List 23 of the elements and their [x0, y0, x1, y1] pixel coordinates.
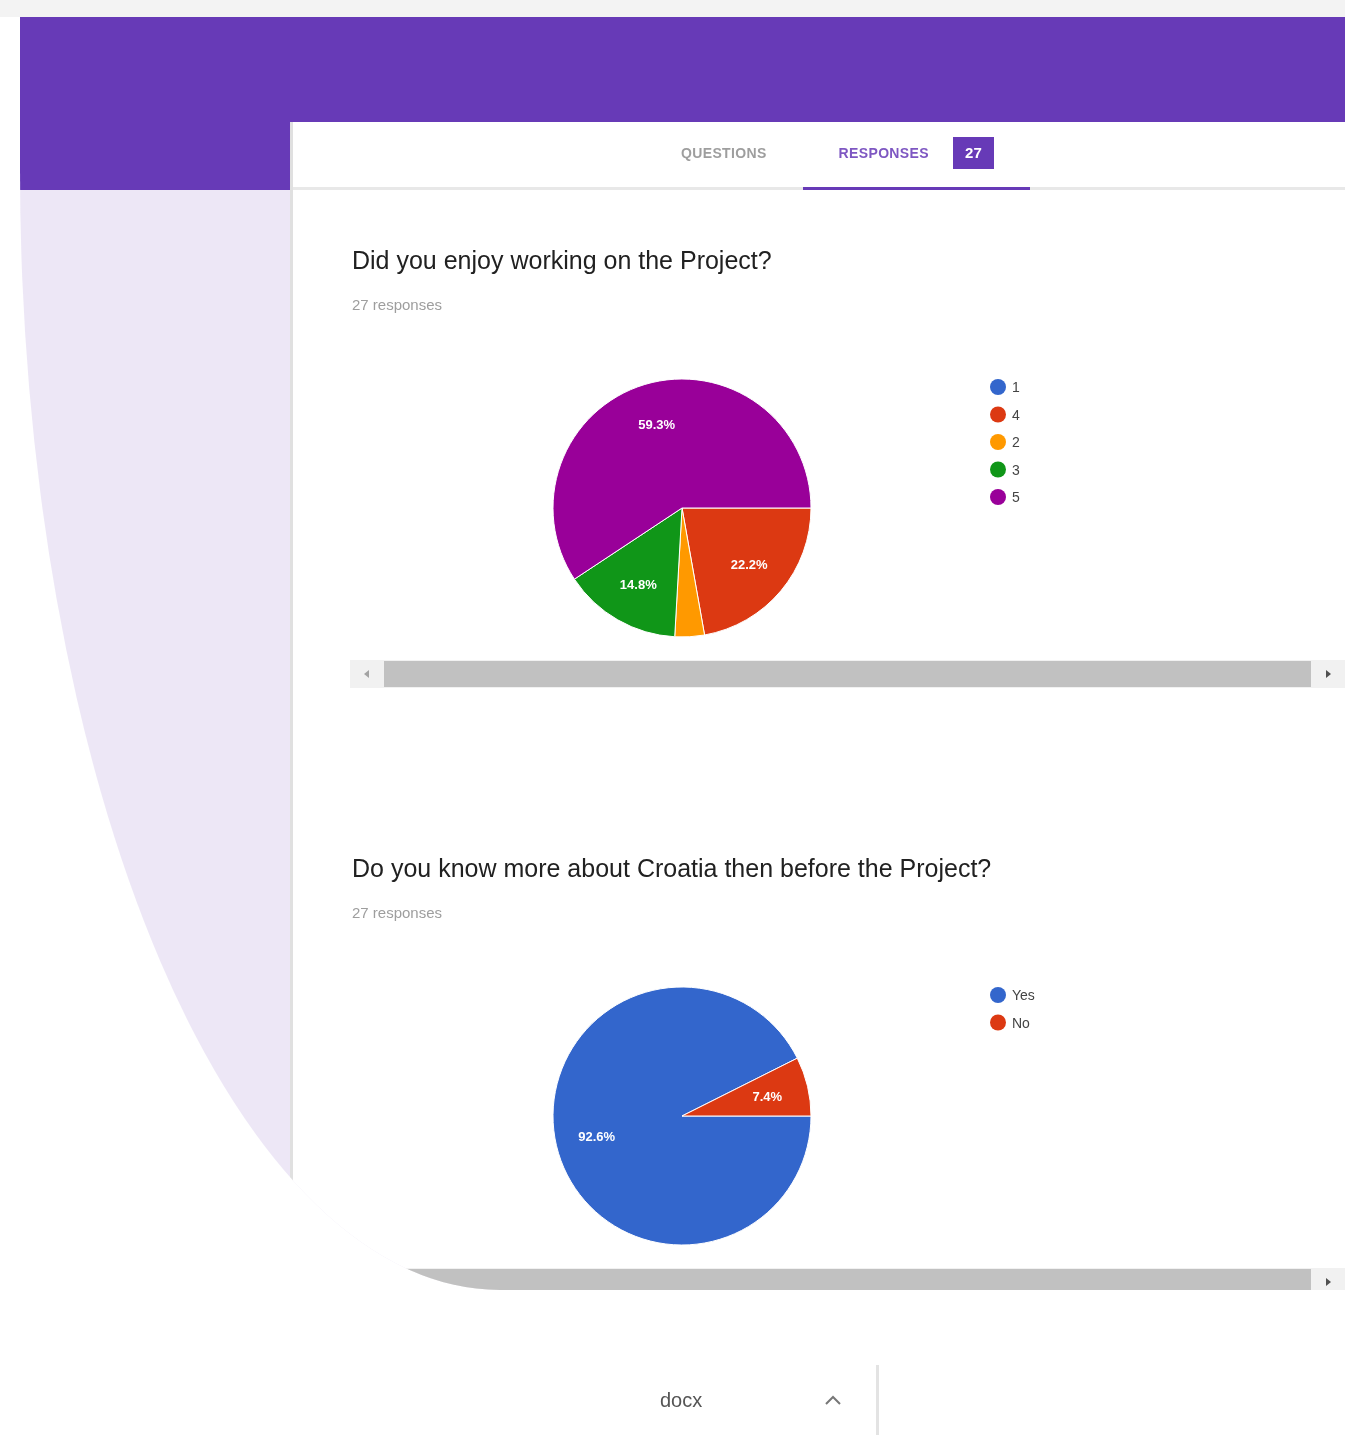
- legend-label: Yes: [1012, 987, 1035, 1003]
- slice-label: 22.2%: [730, 557, 768, 573]
- slice-label: 14.8%: [619, 577, 657, 593]
- slice-label: 92.6%: [578, 1129, 616, 1145]
- tab[interactable]: RESPONSES 27: [802, 119, 1031, 190]
- download-filename: docx: [660, 1388, 703, 1413]
- legend-label: 3: [1012, 461, 1020, 478]
- scroll-left-icon[interactable]: [362, 669, 372, 679]
- slice-label: 59.3%: [638, 417, 676, 432]
- response-count: 27 responses: [352, 902, 444, 923]
- question-title: Did you enjoy working on the Project?: [352, 245, 773, 276]
- legend-label: 5: [1012, 489, 1020, 505]
- question-title: Do you know more about Croatia then before the Project?: [352, 853, 993, 884]
- scroll-right-icon[interactable]: [1323, 1277, 1333, 1287]
- legend-label: 1: [1012, 379, 1020, 395]
- response-count: 27 responses: [352, 294, 444, 315]
- response-count-badge: 27: [952, 136, 995, 170]
- caret-up-icon[interactable]: [824, 1394, 843, 1406]
- legend-label: No: [1012, 1014, 1030, 1031]
- legend-label: 4: [1012, 406, 1020, 423]
- scroll-right-icon[interactable]: [1323, 669, 1333, 679]
- slice-label: 7.4%: [752, 1088, 783, 1104]
- legend-label: 2: [1012, 434, 1020, 450]
